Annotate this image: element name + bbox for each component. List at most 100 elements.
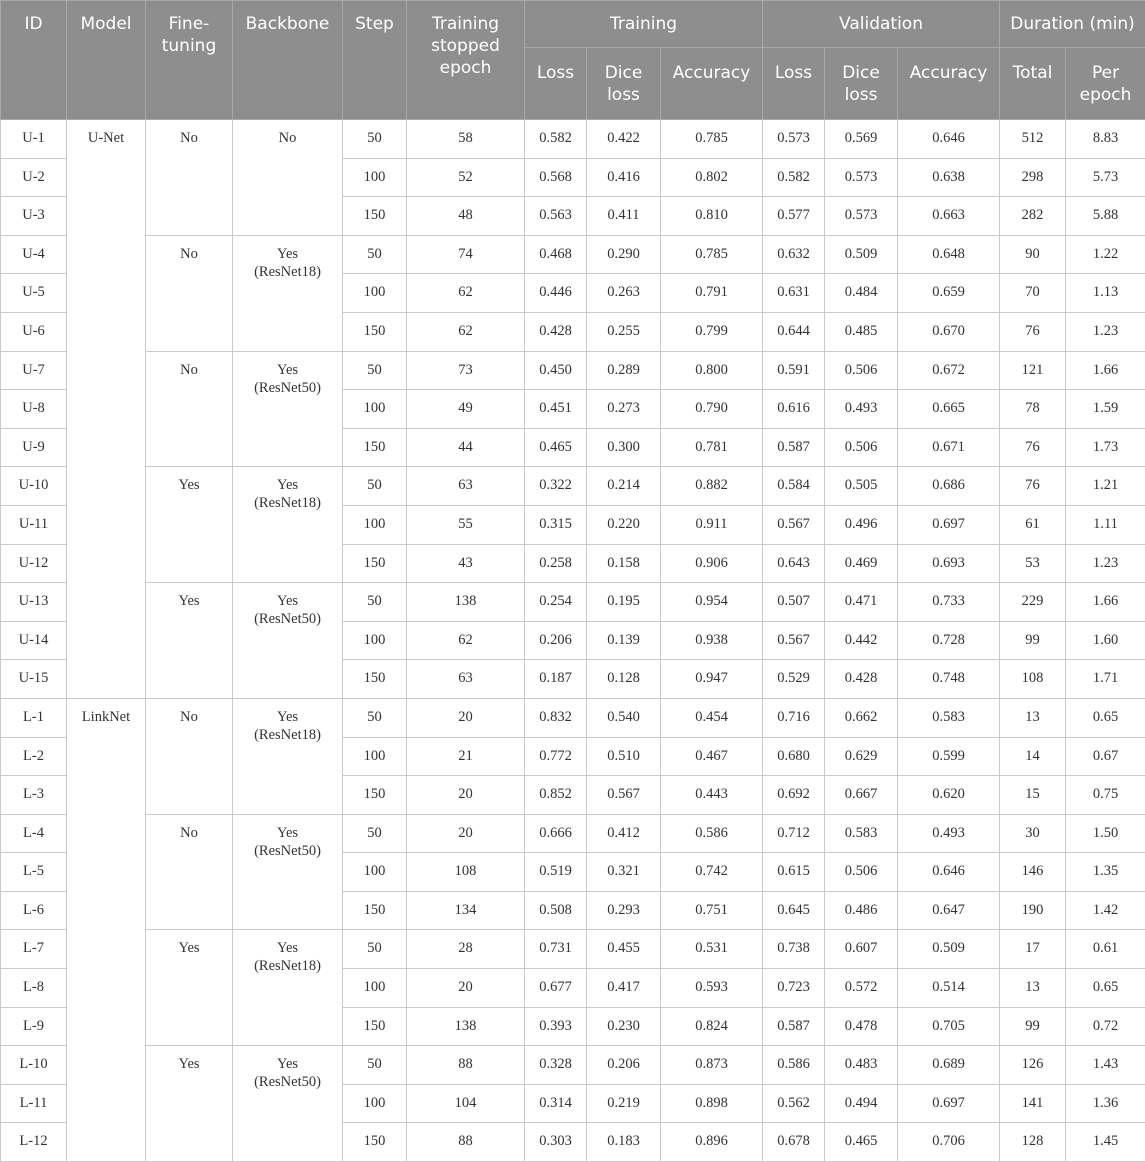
validation-loss-cell: 0.582	[763, 158, 825, 197]
validation-dice-loss-cell: 0.486	[825, 891, 898, 930]
training-dice-loss-cell: 0.417	[587, 969, 661, 1008]
training-dice-loss-cell: 0.300	[587, 428, 661, 467]
training-accuracy-cell: 0.467	[661, 737, 763, 776]
training-dice-loss-cell: 0.416	[587, 158, 661, 197]
stopped-epoch-cell: 55	[407, 505, 525, 544]
validation-accuracy-cell: 0.599	[898, 737, 1000, 776]
duration-per-epoch-cell: 0.75	[1066, 776, 1145, 815]
validation-accuracy-cell: 0.646	[898, 120, 1000, 159]
step-cell: 50	[343, 120, 407, 159]
training-dice-loss-cell: 0.455	[587, 930, 661, 969]
training-dice-loss-cell: 0.289	[587, 351, 661, 390]
stopped-epoch-cell: 58	[407, 120, 525, 159]
duration-total-cell: 90	[1000, 235, 1066, 274]
training-loss-cell: 0.772	[525, 737, 587, 776]
header-training-accuracy: Accuracy	[661, 48, 763, 120]
header-model: Model	[67, 1, 146, 120]
backbone-cell: No	[233, 120, 343, 236]
header-group-training: Training	[525, 1, 763, 48]
duration-per-epoch-cell: 1.66	[1066, 351, 1145, 390]
header-group-validation: Validation	[763, 1, 1000, 48]
training-loss-cell: 0.315	[525, 505, 587, 544]
step-cell: 100	[343, 969, 407, 1008]
duration-per-epoch-cell: 0.65	[1066, 969, 1145, 1008]
validation-dice-loss-cell: 0.496	[825, 505, 898, 544]
stopped-epoch-cell: 44	[407, 428, 525, 467]
duration-total-cell: 298	[1000, 158, 1066, 197]
training-accuracy-cell: 0.800	[661, 351, 763, 390]
duration-per-epoch-cell: 8.83	[1066, 120, 1145, 159]
training-accuracy-cell: 0.882	[661, 467, 763, 506]
training-accuracy-cell: 0.785	[661, 235, 763, 274]
duration-total-cell: 229	[1000, 583, 1066, 622]
duration-per-epoch-cell: 0.72	[1066, 1007, 1145, 1046]
training-loss-cell: 0.468	[525, 235, 587, 274]
stopped-epoch-cell: 21	[407, 737, 525, 776]
stopped-epoch-cell: 104	[407, 1084, 525, 1123]
stopped-epoch-cell: 73	[407, 351, 525, 390]
id-cell: U-9	[1, 428, 67, 467]
duration-total-cell: 141	[1000, 1084, 1066, 1123]
training-loss-cell: 0.187	[525, 660, 587, 699]
backbone-cell: Yes(ResNet50)	[233, 351, 343, 467]
training-accuracy-cell: 0.938	[661, 621, 763, 660]
header-backbone: Backbone	[233, 1, 343, 120]
duration-total-cell: 53	[1000, 544, 1066, 583]
validation-dice-loss-cell: 0.494	[825, 1084, 898, 1123]
training-loss-cell: 0.832	[525, 698, 587, 737]
validation-dice-loss-cell: 0.469	[825, 544, 898, 583]
validation-dice-loss-cell: 0.506	[825, 351, 898, 390]
validation-dice-loss-cell: 0.607	[825, 930, 898, 969]
validation-loss-cell: 0.738	[763, 930, 825, 969]
id-cell: L-7	[1, 930, 67, 969]
validation-accuracy-cell: 0.670	[898, 312, 1000, 351]
validation-accuracy-cell: 0.493	[898, 814, 1000, 853]
header-training-loss: Loss	[525, 48, 587, 120]
id-cell: L-1	[1, 698, 67, 737]
stopped-epoch-cell: 28	[407, 930, 525, 969]
training-loss-cell: 0.450	[525, 351, 587, 390]
training-accuracy-cell: 0.586	[661, 814, 763, 853]
validation-loss-cell: 0.712	[763, 814, 825, 853]
step-cell: 50	[343, 351, 407, 390]
validation-dice-loss-cell: 0.573	[825, 158, 898, 197]
training-accuracy-cell: 0.906	[661, 544, 763, 583]
training-dice-loss-cell: 0.220	[587, 505, 661, 544]
training-loss-cell: 0.328	[525, 1046, 587, 1085]
validation-loss-cell: 0.591	[763, 351, 825, 390]
validation-accuracy-cell: 0.663	[898, 197, 1000, 236]
step-cell: 150	[343, 428, 407, 467]
table-row: U-10YesYes(ResNet18)50630.3220.2140.8820…	[1, 467, 1145, 506]
step-cell: 50	[343, 698, 407, 737]
training-accuracy-cell: 0.947	[661, 660, 763, 699]
backbone-cell: Yes(ResNet18)	[233, 467, 343, 583]
training-accuracy-cell: 0.791	[661, 274, 763, 313]
training-accuracy-cell: 0.454	[661, 698, 763, 737]
id-cell: U-5	[1, 274, 67, 313]
validation-accuracy-cell: 0.638	[898, 158, 1000, 197]
duration-total-cell: 76	[1000, 312, 1066, 351]
step-cell: 150	[343, 776, 407, 815]
duration-total-cell: 13	[1000, 698, 1066, 737]
stopped-epoch-cell: 62	[407, 274, 525, 313]
validation-dice-loss-cell: 0.506	[825, 428, 898, 467]
stopped-epoch-cell: 20	[407, 776, 525, 815]
training-dice-loss-cell: 0.290	[587, 235, 661, 274]
duration-per-epoch-cell: 1.23	[1066, 312, 1145, 351]
step-cell: 100	[343, 853, 407, 892]
validation-accuracy-cell: 0.672	[898, 351, 1000, 390]
stopped-epoch-cell: 134	[407, 891, 525, 930]
stopped-epoch-cell: 48	[407, 197, 525, 236]
fine-tuning-cell: Yes	[146, 1046, 233, 1162]
validation-loss-cell: 0.632	[763, 235, 825, 274]
header-fine-tuning: Fine-tuning	[146, 1, 233, 120]
duration-total-cell: 146	[1000, 853, 1066, 892]
validation-dice-loss-cell: 0.583	[825, 814, 898, 853]
header-id: ID	[1, 1, 67, 120]
header-step: Step	[343, 1, 407, 120]
stopped-epoch-cell: 49	[407, 390, 525, 429]
id-cell: U-8	[1, 390, 67, 429]
id-cell: U-13	[1, 583, 67, 622]
duration-total-cell: 99	[1000, 1007, 1066, 1046]
training-accuracy-cell: 0.742	[661, 853, 763, 892]
